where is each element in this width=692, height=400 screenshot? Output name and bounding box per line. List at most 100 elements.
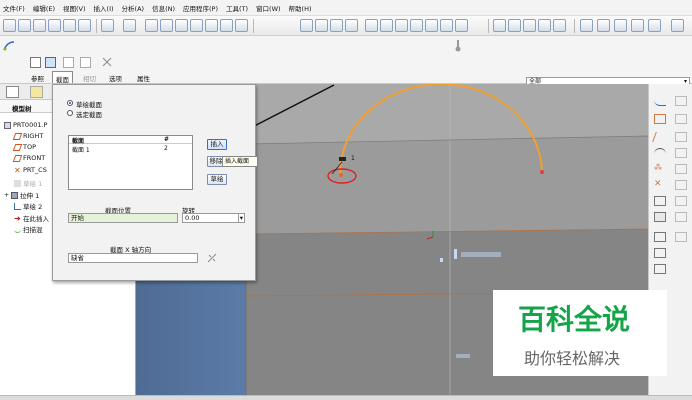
mirror-icon[interactable]	[654, 232, 666, 242]
tree-item-right[interactable]: RIGHT	[12, 132, 43, 140]
menu-edit[interactable]: 编辑(E)	[33, 3, 55, 13]
layers-icon[interactable]	[440, 19, 453, 32]
trim-icon[interactable]	[654, 248, 666, 258]
tab-references[interactable]: 参照	[28, 71, 47, 83]
spin-center-icon[interactable]	[315, 19, 328, 32]
datum-points-icon[interactable]	[523, 19, 536, 32]
datum-plane-tool-icon[interactable]	[597, 19, 610, 32]
menu-help[interactable]: 帮助(H)	[289, 3, 312, 13]
mirror-alt-icon[interactable]	[675, 232, 687, 242]
repaint-icon[interactable]	[300, 19, 313, 32]
tree-item-top[interactable]: TOP	[12, 143, 36, 151]
menu-insert[interactable]: 插入(I)	[94, 3, 114, 13]
x-axis-field[interactable]: 缺省	[68, 253, 198, 263]
sections-list[interactable]: 截面 # 截面 1 2	[68, 135, 193, 190]
line-icon[interactable]	[652, 132, 668, 142]
model-tree-tab-icon[interactable]	[6, 86, 19, 98]
annotation-display-icon[interactable]	[553, 19, 566, 32]
spline-alt-icon[interactable]	[675, 148, 687, 158]
undo-icon[interactable]	[101, 19, 114, 32]
palette-icon[interactable]	[654, 212, 666, 222]
refit-icon[interactable]	[395, 19, 408, 32]
tree-item-sketch2[interactable]: 草绘 2	[14, 201, 42, 211]
menu-applications[interactable]: 应用程序(P)	[183, 3, 218, 13]
list-row[interactable]: 截面 1 2	[69, 145, 192, 154]
zoom-out-icon[interactable]	[380, 19, 393, 32]
datum-axis-tool-icon[interactable]	[614, 19, 627, 32]
redo-icon[interactable]	[123, 19, 136, 32]
tree-item-sweep-blend[interactable]: 扫描混	[14, 224, 43, 234]
new-file-icon[interactable]	[3, 19, 16, 32]
tab-tangency[interactable]: 相切	[80, 71, 99, 83]
merge-ends-icon[interactable]	[102, 57, 112, 67]
section-location-field[interactable]: 开始	[68, 213, 178, 223]
csys-icon[interactable]: ✕	[654, 180, 666, 190]
flip-direction-icon[interactable]	[207, 253, 217, 263]
context-help-icon[interactable]	[671, 19, 684, 32]
tree-item-front[interactable]: FRONT	[12, 154, 45, 162]
datum-planes-icon[interactable]	[493, 19, 506, 32]
reorient-icon[interactable]	[410, 19, 423, 32]
saved-views-icon[interactable]	[425, 19, 438, 32]
sketch-button[interactable]: 草绘	[207, 174, 227, 185]
coord-sys-tool-icon[interactable]	[648, 19, 661, 32]
surface-icon[interactable]	[45, 57, 56, 68]
tab-properties[interactable]: 属性	[134, 71, 153, 83]
select-box-icon[interactable]	[235, 19, 248, 32]
point-alt-icon[interactable]	[675, 164, 687, 174]
coord-systems-icon[interactable]	[538, 19, 551, 32]
display-style-icon[interactable]	[345, 19, 358, 32]
tree-item-extrude1[interactable]: + 拉伸 1	[4, 190, 39, 200]
rotation-field[interactable]: 0.00 ▾	[182, 213, 245, 223]
paste-icon[interactable]	[160, 19, 173, 32]
tab-options[interactable]: 选项	[106, 71, 125, 83]
insert-button[interactable]: 插入	[207, 139, 227, 150]
tree-item-csys[interactable]: ✕ PRT_CS	[14, 166, 47, 174]
save-icon[interactable]	[33, 19, 46, 32]
curve-icon[interactable]	[654, 96, 666, 106]
menu-file[interactable]: 文件(F)	[3, 3, 25, 13]
menu-window[interactable]: 窗口(W)	[256, 3, 281, 13]
radio-selected-sections[interactable]	[67, 110, 73, 116]
copy-icon[interactable]	[78, 19, 91, 32]
menu-analysis[interactable]: 分析(A)	[122, 3, 145, 13]
thicken-icon[interactable]	[80, 57, 91, 68]
point-icon[interactable]: ⁂	[654, 164, 666, 174]
constraint-icon[interactable]	[654, 264, 666, 274]
orient-mode-icon[interactable]	[330, 19, 343, 32]
axis-icon[interactable]	[675, 114, 687, 124]
datum-point-tool-icon[interactable]	[631, 19, 644, 32]
folder-browser-tab-icon[interactable]	[30, 86, 43, 98]
menu-info[interactable]: 信息(N)	[152, 3, 175, 13]
expand-icon[interactable]: +	[4, 192, 9, 199]
curve-alt-icon[interactable]	[675, 96, 687, 106]
radio-sketched-sections[interactable]	[67, 100, 73, 106]
tab-sections[interactable]: 截面	[52, 71, 73, 84]
open-file-icon[interactable]	[18, 19, 31, 32]
plane-icon[interactable]	[654, 114, 666, 124]
cut-icon[interactable]	[145, 19, 158, 32]
spline-icon[interactable]	[654, 148, 666, 158]
remove-material-icon[interactable]	[63, 57, 74, 68]
tree-item-part[interactable]: PRT0001.P	[4, 121, 47, 129]
line-alt-icon[interactable]	[675, 132, 687, 142]
sketch-alt-icon[interactable]	[675, 196, 687, 206]
email-icon[interactable]	[63, 19, 76, 32]
tree-item-sketch1[interactable]: 草绘 1	[14, 178, 42, 188]
regen-manager-icon[interactable]	[205, 19, 218, 32]
palette-alt-icon[interactable]	[675, 212, 687, 222]
paste-special-icon[interactable]	[175, 19, 188, 32]
sketch-view-icon[interactable]	[654, 196, 666, 206]
regenerate-icon[interactable]	[190, 19, 203, 32]
sketch-tool-icon[interactable]	[580, 19, 593, 32]
zoom-in-icon[interactable]	[365, 19, 378, 32]
view-manager-icon[interactable]	[455, 19, 468, 32]
chevron-down-icon[interactable]: ▾	[237, 214, 243, 222]
print-icon[interactable]	[48, 19, 61, 32]
datum-axes-icon[interactable]	[508, 19, 521, 32]
csys-alt-icon[interactable]	[675, 180, 687, 190]
solid-icon[interactable]	[30, 57, 41, 68]
menu-tools[interactable]: 工具(T)	[226, 3, 248, 13]
menu-view[interactable]: 视图(V)	[63, 3, 86, 13]
find-icon[interactable]	[220, 19, 233, 32]
